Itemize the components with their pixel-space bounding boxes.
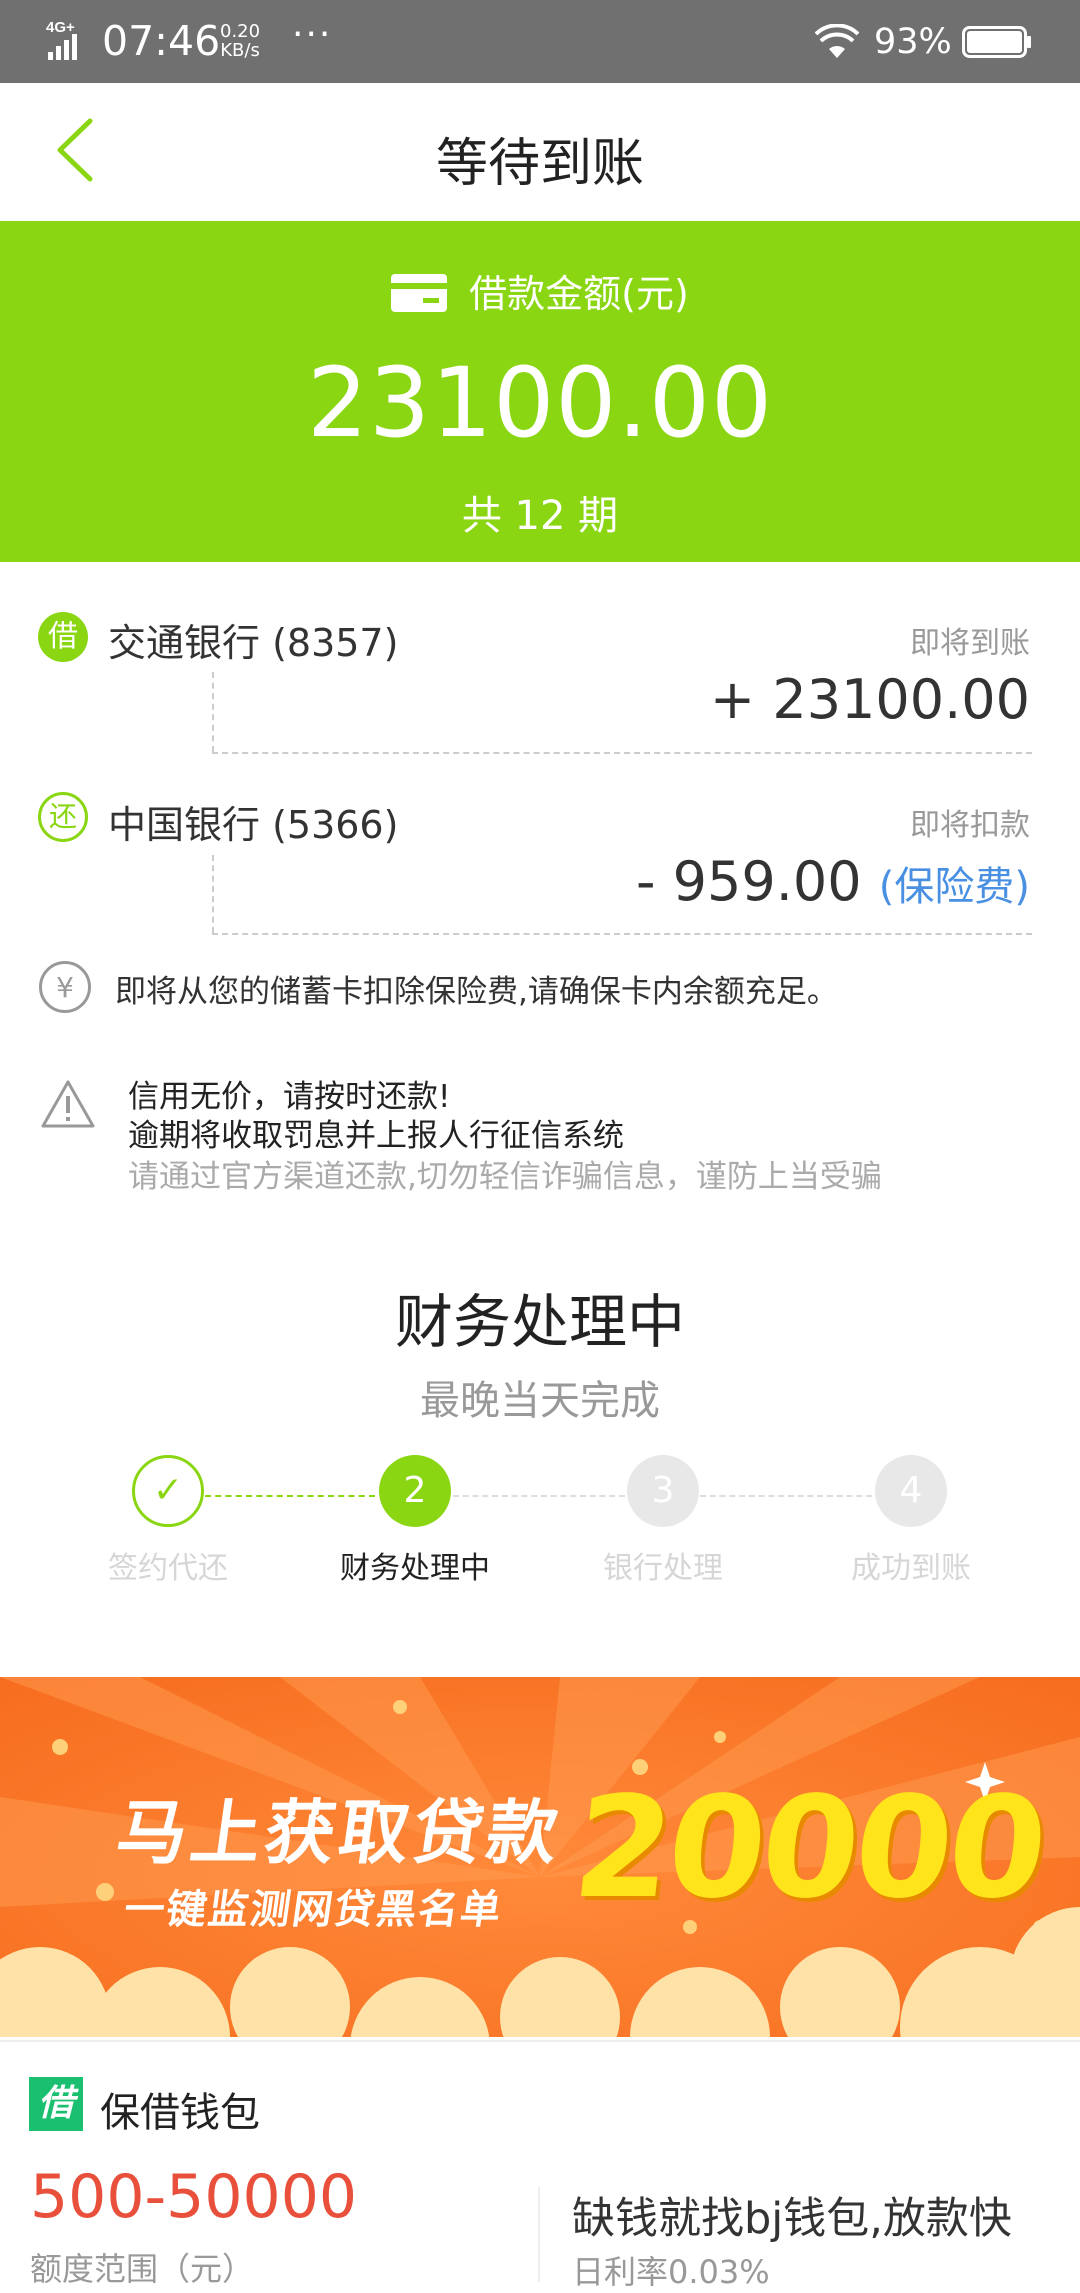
debit-amount-row: - 959.00 (保险费) — [636, 850, 1030, 913]
loan-promo-banner[interactable]: 马上获取贷款 一键监测网贷黑名单 20000 — [0, 1677, 1080, 2037]
debit-amount: - 959.00 — [636, 850, 862, 913]
step-label: 银行处理 — [603, 1551, 723, 1586]
loan-product-card[interactable]: 借 保借钱包 500-50000 额度范围（元） 缺钱就找bj钱包,放款快 日利… — [0, 2040, 1080, 2291]
status-bar: 4G+ 07:46 0.20 KB/s ··· 93% — [0, 0, 1080, 83]
debit-bank: 中国银行 (5366) — [108, 803, 399, 847]
loan-periods: 共 12 期 — [461, 493, 619, 539]
borrow-icon: 借 — [38, 612, 88, 662]
step-2: 2 财务处理中 — [315, 1455, 515, 1587]
step-1: ✓ 签约代还 — [68, 1455, 268, 1587]
step-4: 4 成功到账 — [811, 1455, 1011, 1587]
step-number: 4 — [875, 1455, 947, 1527]
svg-text:¥: ¥ — [56, 971, 74, 1004]
step-number: 2 — [379, 1455, 451, 1527]
credit-warning: 信用无价，请按时还款! 逾期将收取罚息并上报人行征信系统 请通过官方渠道还款,切… — [40, 1068, 1040, 1208]
checkmark-icon: ✓ — [132, 1455, 204, 1527]
battery-icon — [962, 26, 1031, 58]
card-icon — [391, 273, 448, 312]
step-label: 成功到账 — [851, 1551, 971, 1586]
page-title: 等待到账 — [435, 134, 644, 194]
divider — [212, 672, 214, 752]
product-slogan: 缺钱就找bj钱包,放款快 — [572, 2194, 1012, 2244]
progress-steps: ✓ 签约代还 2 财务处理中 3 银行处理 4 成功到账 — [0, 1455, 1080, 1595]
speed-unit: KB/s — [220, 40, 260, 61]
credit-range-label: 额度范围（元） — [30, 2250, 255, 2288]
credit-range: 500-50000 — [30, 2162, 358, 2232]
warning-icon — [41, 1080, 95, 1128]
incoming-status: 即将到账 — [910, 626, 1030, 661]
product-logo: 借 — [29, 2077, 83, 2131]
svg-text:4G+: 4G+ — [46, 19, 75, 36]
deduction-notice-text: 即将从您的储蓄卡扣除保险费,请确保卡内余额充足。 — [115, 974, 838, 1010]
divider — [538, 2187, 540, 2282]
loan-amount-value: 23100.00 — [306, 347, 774, 459]
yen-icon: ¥ — [39, 961, 91, 1013]
repay-icon: 还 — [38, 792, 88, 842]
banner-headline: 马上获取贷款 — [111, 1792, 567, 1874]
divider — [212, 933, 1032, 935]
insurance-fee-link[interactable]: (保险费) — [879, 864, 1030, 910]
receiving-bank: 交通银行 (8357) — [108, 621, 399, 665]
battery-percent: 93% — [874, 22, 952, 62]
clock: 07:46 — [102, 17, 221, 65]
loan-amount-label-row: 借款金额(元) — [0, 263, 1080, 318]
step-3: 3 银行处理 — [563, 1455, 763, 1587]
warning-line-3: 请通过官方渠道还款,切勿轻信诈骗信息，谨防上当受骗 — [128, 1159, 882, 1195]
loan-amount-panel: 借款金额(元) 23100.00 共 12 期 — [0, 221, 1080, 562]
network-speed: 0.20 KB/s — [220, 22, 260, 60]
processing-title: 财务处理中 — [394, 1288, 685, 1356]
deduction-notice: ¥ 即将从您的储蓄卡扣除保险费,请确保卡内余额充足。 — [38, 958, 1038, 1018]
divider — [212, 855, 214, 933]
processing-subtitle: 最晚当天完成 — [420, 1378, 660, 1424]
speed-value: 0.20 — [220, 21, 261, 42]
more-notifications-icon: ··· — [292, 14, 333, 55]
incoming-amount: + 23100.00 — [709, 668, 1030, 731]
debit-status: 即将扣款 — [910, 808, 1030, 843]
step-label: 财务处理中 — [340, 1551, 490, 1586]
daily-rate: 日利率0.03% — [572, 2253, 770, 2291]
product-name: 保借钱包 — [100, 2090, 260, 2136]
banner-subline: 一键监测网贷黑名单 — [121, 1887, 506, 1933]
loan-amount-label: 借款金额(元) — [469, 272, 689, 316]
step-label: 签约代还 — [108, 1551, 228, 1586]
divider — [212, 752, 1032, 754]
wifi-icon — [815, 24, 859, 58]
nav-header: 等待到账 — [0, 83, 1080, 221]
step-number: 3 — [627, 1455, 699, 1527]
signal-icon: 4G+ — [46, 19, 77, 60]
banner-amount: 20000 — [566, 1767, 1051, 1930]
warning-line-2: 逾期将收取罚息并上报人行征信系统 — [128, 1118, 624, 1154]
